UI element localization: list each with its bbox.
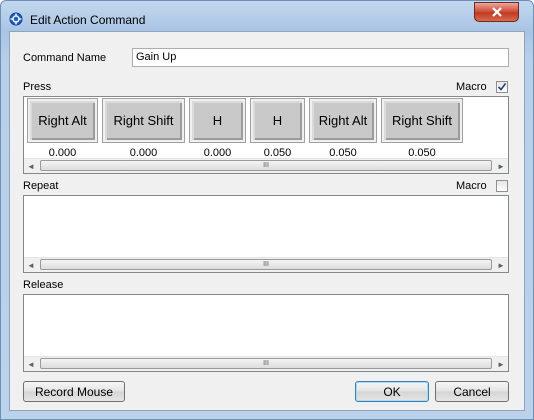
grip-icon: III bbox=[263, 162, 269, 169]
close-button[interactable] bbox=[474, 2, 519, 22]
scroll-right-arrow-icon[interactable]: ► bbox=[494, 258, 508, 272]
press-macro-label: Macro bbox=[456, 81, 487, 93]
repeat-panel: ◄ III ► bbox=[23, 195, 509, 273]
key-h[interactable]: H bbox=[189, 98, 246, 143]
record-mouse-button[interactable]: Record Mouse bbox=[23, 381, 125, 402]
scroll-left-arrow-icon[interactable]: ◄ bbox=[24, 159, 38, 173]
release-panel: ◄ III ► bbox=[23, 294, 509, 372]
window-title: Edit Action Command bbox=[30, 13, 146, 27]
checkmark-icon bbox=[497, 83, 507, 91]
dialog-client-area: Command Name Gain Up Press Macro Right A… bbox=[9, 31, 525, 411]
ok-button[interactable]: OK bbox=[355, 381, 429, 402]
repeat-horizontal-scrollbar[interactable]: ◄ III ► bbox=[24, 257, 508, 272]
repeat-label: Repeat bbox=[23, 180, 59, 192]
dialog-window: Edit Action Command Command Name Gain Up… bbox=[0, 0, 534, 420]
scroll-right-arrow-icon[interactable]: ► bbox=[494, 357, 508, 371]
key-right-alt[interactable]: Right Alt bbox=[309, 98, 377, 143]
press-panel: Right Alt Right Shift H H Right Alt Righ… bbox=[23, 96, 509, 174]
key-h[interactable]: H bbox=[250, 98, 305, 143]
press-macro-checkbox[interactable] bbox=[496, 81, 508, 93]
repeat-macro-label: Macro bbox=[456, 180, 487, 192]
key-right-alt[interactable]: Right Alt bbox=[27, 98, 98, 143]
title-bar[interactable]: Edit Action Command bbox=[1, 1, 533, 33]
cancel-button[interactable]: Cancel bbox=[435, 381, 509, 402]
release-label: Release bbox=[23, 279, 64, 291]
grip-icon: III bbox=[263, 360, 269, 367]
key-right-shift[interactable]: Right Shift bbox=[102, 98, 185, 143]
command-name-input[interactable]: Gain Up bbox=[132, 48, 509, 67]
scroll-thumb[interactable]: III bbox=[40, 358, 492, 369]
close-icon bbox=[491, 7, 502, 17]
repeat-macro-checkbox[interactable] bbox=[496, 180, 508, 192]
scroll-thumb[interactable]: III bbox=[40, 259, 492, 270]
scroll-left-arrow-icon[interactable]: ◄ bbox=[24, 258, 38, 272]
press-key-list: Right Alt Right Shift H H Right Alt Righ… bbox=[24, 97, 508, 159]
scroll-thumb[interactable]: III bbox=[40, 160, 492, 171]
grip-icon: III bbox=[263, 261, 269, 268]
release-horizontal-scrollbar[interactable]: ◄ III ► bbox=[24, 356, 508, 371]
press-label: Press bbox=[23, 81, 52, 93]
app-crosshair-icon bbox=[9, 12, 23, 26]
press-horizontal-scrollbar[interactable]: ◄ III ► bbox=[24, 158, 508, 173]
command-name-label: Command Name bbox=[23, 52, 107, 64]
key-right-shift[interactable]: Right Shift bbox=[381, 98, 463, 143]
scroll-right-arrow-icon[interactable]: ► bbox=[494, 159, 508, 173]
scroll-left-arrow-icon[interactable]: ◄ bbox=[24, 357, 38, 371]
